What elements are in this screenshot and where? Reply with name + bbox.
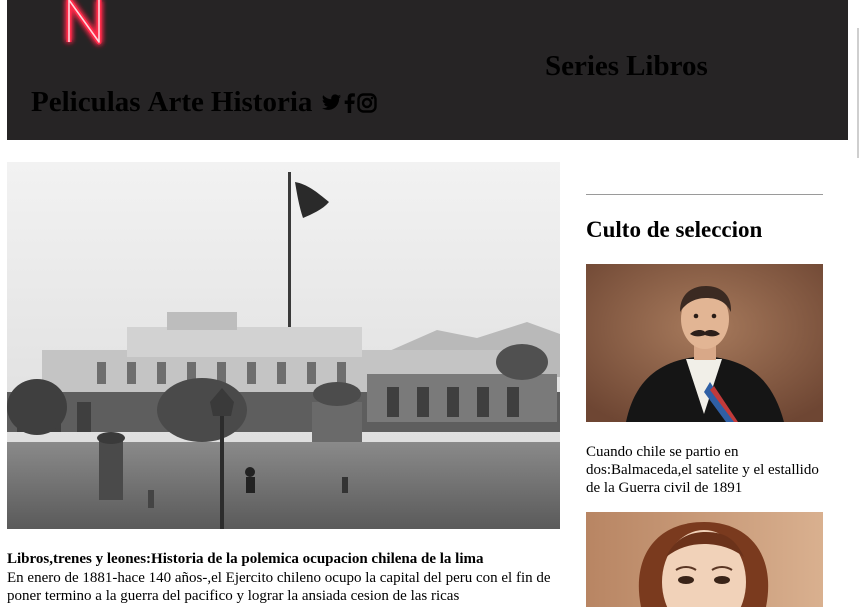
sidebar-divider bbox=[586, 194, 823, 195]
instagram-icon[interactable] bbox=[357, 92, 378, 113]
sidebar-title: Culto de seleccion bbox=[586, 217, 763, 242]
nav-link-libros[interactable]: Libros bbox=[626, 50, 708, 82]
article-title[interactable]: Libros,trenes y leones:Historia de la po… bbox=[7, 551, 559, 568]
site-header: Series Libros Peliculas Arte Historia bbox=[7, 0, 848, 140]
social-links bbox=[321, 92, 379, 113]
portrait-balmaceda-image[interactable] bbox=[586, 264, 823, 422]
twitter-icon[interactable] bbox=[321, 93, 342, 112]
nav-link-peliculas[interactable]: Peliculas bbox=[31, 88, 141, 117]
nav-link-arte[interactable]: Arte bbox=[148, 88, 204, 117]
neon-logo[interactable] bbox=[55, 0, 115, 52]
nav-right: Series Libros bbox=[545, 52, 715, 81]
article-excerpt: En enero de 1881-hace 140 años-,el Ejerc… bbox=[7, 570, 551, 604]
nav-left: Peliculas Arte Historia bbox=[31, 88, 379, 117]
portrait-woman-image[interactable] bbox=[586, 512, 823, 607]
nav-link-historia[interactable]: Historia bbox=[211, 88, 313, 117]
sidebar-caption[interactable]: Cuando chile se partio en dos:Balmaceda,… bbox=[586, 443, 823, 497]
article-photo[interactable] bbox=[7, 162, 560, 529]
facebook-icon[interactable] bbox=[344, 92, 356, 113]
nav-link-series[interactable]: Series bbox=[545, 50, 619, 82]
